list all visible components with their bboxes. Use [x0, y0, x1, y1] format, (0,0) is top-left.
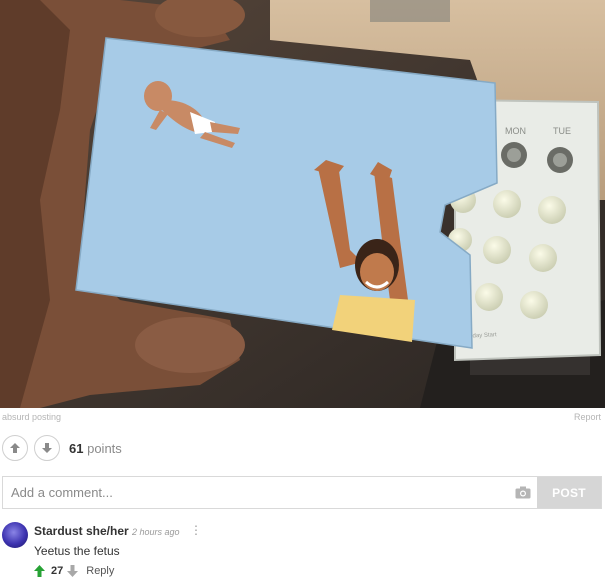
arrow-down-icon [42, 443, 52, 453]
comment-text: Yeetus the fetus [34, 544, 120, 558]
comment-item: Stardust she/her 2 hours ago ⋮ Yeetus th… [2, 519, 605, 581]
upvote-button[interactable] [2, 435, 28, 461]
camera-button[interactable] [509, 477, 537, 508]
points-unit: points [87, 440, 122, 456]
comment-vote-bar: 27 Reply [34, 563, 114, 579]
camera-icon [515, 486, 531, 499]
post-source[interactable]: absurd posting [2, 412, 61, 422]
post-meta-row: absurd posting Report [2, 412, 601, 426]
arrow-up-icon [10, 443, 20, 453]
points-value: 61 [69, 440, 84, 456]
post-vote-bar: 61 points [2, 433, 122, 463]
downvote-button[interactable] [34, 435, 60, 461]
post-comment-button[interactable]: POST [537, 477, 601, 508]
reply-link[interactable]: Reply [86, 565, 114, 577]
comment-upvote-icon[interactable] [34, 565, 45, 577]
post-image: MON TUE Sunday Start [0, 0, 605, 408]
pack-day-tue: TUE [553, 126, 571, 136]
comment-author[interactable]: Stardust she/her [34, 524, 129, 538]
points-count: 61 points [69, 441, 122, 456]
avatar[interactable] [2, 522, 28, 548]
comment-timestamp: 2 hours ago [132, 527, 180, 537]
report-link[interactable]: Report [574, 412, 601, 422]
comment-upvote-count: 27 [51, 565, 64, 577]
more-options-icon[interactable]: ⋮ [190, 523, 202, 537]
comment-composer: POST [2, 476, 602, 509]
pack-day-mon: MON [505, 126, 526, 136]
comment-input[interactable] [3, 477, 509, 508]
comment-downvote-icon[interactable] [67, 565, 79, 577]
